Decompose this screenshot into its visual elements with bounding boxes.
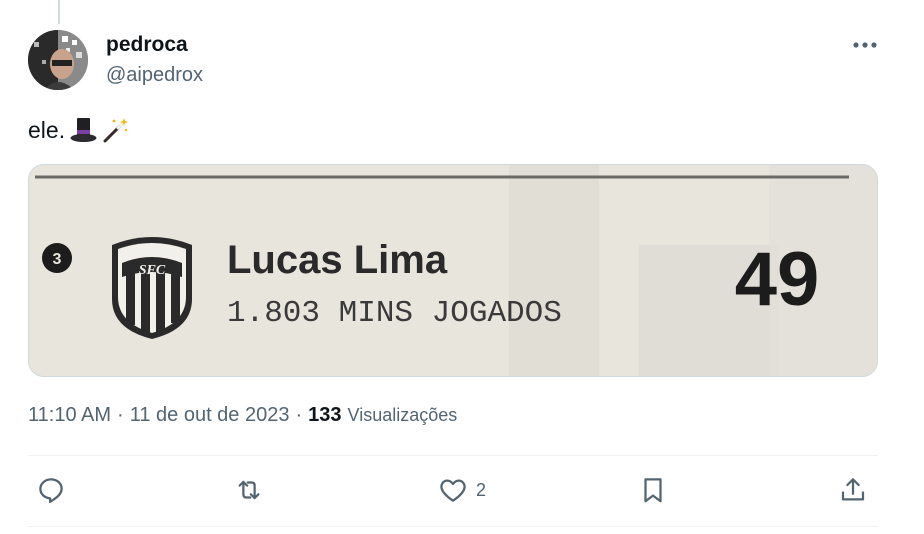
magic-wand-icon xyxy=(101,116,129,144)
heart-icon xyxy=(440,479,466,502)
share-button[interactable] xyxy=(838,475,868,505)
avatar-image xyxy=(28,30,88,90)
like-button[interactable]: 2 xyxy=(438,475,486,505)
stat-card-graphic: 3 SFC Lucas Lima 1.803 MINS JOGADOS 49 xyxy=(29,165,877,376)
top-hat-icon xyxy=(69,116,97,144)
views-label: Visualizações xyxy=(347,405,458,425)
author-handle[interactable]: @aipedrox xyxy=(106,64,203,87)
author-name[interactable]: pedroca xyxy=(106,33,188,57)
more-options-icon[interactable] xyxy=(850,34,880,56)
bookmark-icon xyxy=(644,478,662,503)
divider xyxy=(28,455,878,456)
meta-separator: · xyxy=(295,404,303,426)
repost-button[interactable] xyxy=(234,475,272,505)
player-name: Lucas Lima xyxy=(227,238,448,282)
svg-text:SFC: SFC xyxy=(139,263,166,278)
post-meta: 11:10 AM · 11 de out de 2023 · 133 Visua… xyxy=(28,404,457,427)
repost-icon xyxy=(238,480,260,500)
post-date[interactable]: 11 de out de 2023 xyxy=(130,404,290,427)
action-bar: 2 xyxy=(28,458,878,524)
santos-crest-icon: SFC xyxy=(112,237,192,339)
share-icon xyxy=(841,478,865,501)
reply-button[interactable] xyxy=(36,475,74,505)
divider xyxy=(28,526,878,527)
post-media-image[interactable]: 3 SFC Lucas Lima 1.803 MINS JOGADOS 49 xyxy=(28,164,878,377)
rank-badge: 3 xyxy=(42,243,72,273)
post-time[interactable]: 11:10 AM xyxy=(28,404,111,427)
rank-number: 3 xyxy=(53,251,62,268)
post-text: ele. xyxy=(28,116,129,144)
avatar[interactable] xyxy=(28,30,88,90)
reply-icon xyxy=(39,478,63,503)
bookmark-button[interactable] xyxy=(638,475,668,505)
thread-line xyxy=(58,0,60,24)
like-count: 2 xyxy=(476,479,487,500)
post-text-content: ele. xyxy=(28,116,66,143)
meta-separator: · xyxy=(117,404,124,426)
views-count: 133 xyxy=(308,404,342,426)
player-stat-value: 49 xyxy=(735,237,820,322)
player-stat-line: 1.803 MINS JOGADOS xyxy=(227,296,562,331)
